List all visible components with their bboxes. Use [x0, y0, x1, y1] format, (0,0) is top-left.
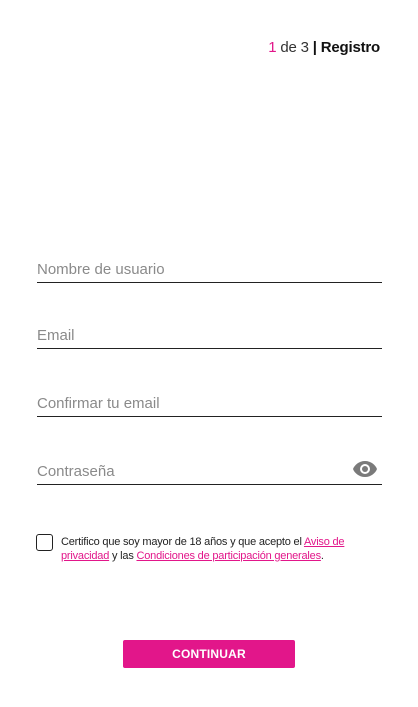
step-indicator: 1 de 3 | Registro [268, 39, 380, 56]
terms-text-before: Certifico que soy mayor de 18 años y que… [61, 536, 304, 548]
terms-text-after: . [320, 550, 324, 562]
terms-text-middle: y las [109, 550, 137, 562]
step-of: de [280, 39, 297, 56]
step-current: 1 [268, 39, 277, 56]
confirm-email-field-wrapper [37, 382, 382, 417]
email-field-wrapper [37, 314, 382, 349]
password-field-wrapper [37, 450, 382, 485]
step-title: Registro [320, 39, 380, 56]
email-input[interactable] [37, 327, 382, 344]
step-total: 3 [300, 39, 309, 56]
username-input[interactable] [37, 261, 382, 278]
password-input[interactable] [37, 463, 337, 480]
general-conditions-link[interactable]: Condiciones de participación generales [136, 550, 321, 562]
eye-icon[interactable] [352, 460, 378, 478]
continue-button[interactable]: CONTINUAR [123, 640, 295, 668]
username-field-wrapper [37, 248, 382, 283]
terms-checkbox[interactable] [36, 534, 53, 551]
step-separator: | [312, 39, 317, 56]
terms-text: Certifico que soy mayor de 18 años y que… [61, 535, 361, 563]
confirm-email-input[interactable] [37, 395, 382, 412]
